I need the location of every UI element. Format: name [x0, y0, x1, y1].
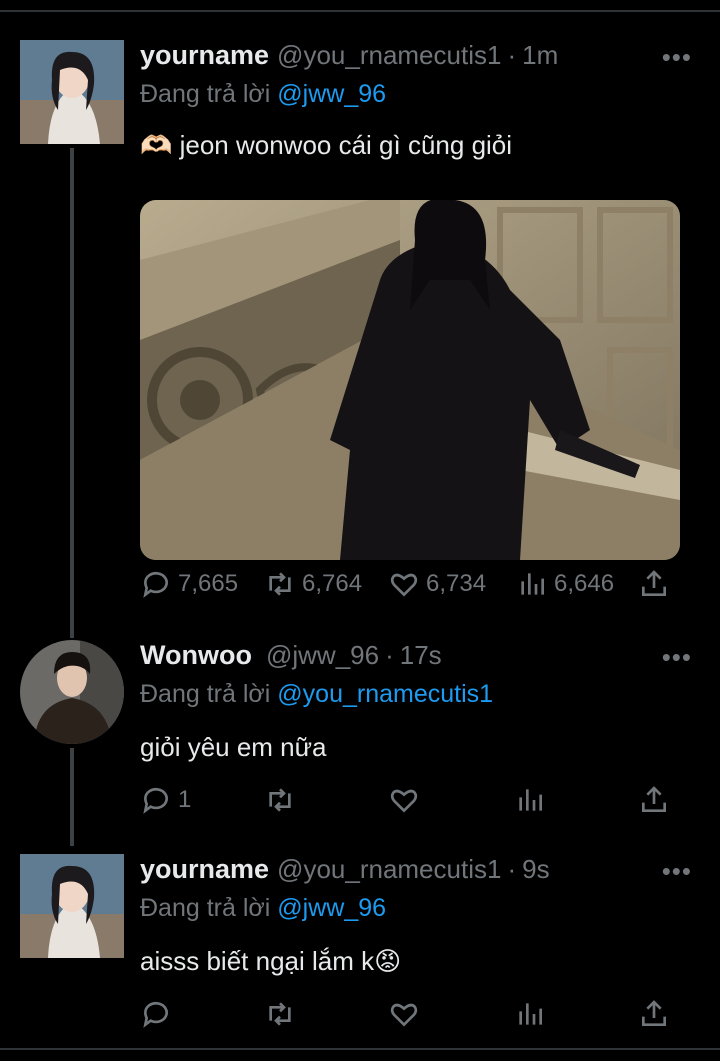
share-button[interactable]: [638, 998, 670, 1030]
views-icon: [519, 789, 542, 811]
tweet-actions: 1: [140, 784, 680, 824]
reply-icon: [143, 1001, 168, 1028]
mention-link[interactable]: @jww_96: [277, 894, 386, 922]
like-button[interactable]: [388, 784, 420, 816]
tweet-photo[interactable]: [140, 200, 680, 560]
reply-count: 1: [178, 786, 192, 813]
avatar[interactable]: [20, 854, 124, 958]
tweet-actions: 7,665 6,764 6,734 6,646: [140, 568, 680, 608]
user-handle[interactable]: @jww_96: [266, 640, 379, 671]
reply-context: Đang trả lời @jww_96: [140, 894, 386, 923]
share-icon: [642, 570, 666, 596]
tweet-header: yourname @you_rnamecutis1 · 9s: [140, 854, 550, 890]
display-name[interactable]: yourname: [140, 854, 269, 885]
views-icon: [519, 1003, 542, 1025]
thread-line: [70, 748, 74, 846]
separator: ·: [507, 40, 517, 70]
views-count: 6,646: [554, 570, 615, 597]
more-icon[interactable]: •••: [662, 42, 692, 73]
tweet-header: yourname @you_rnamecutis1 · 1m: [140, 40, 558, 76]
display-name[interactable]: Wonwoo: [140, 640, 252, 671]
separator: ·: [385, 640, 394, 670]
tweet-text: giỏi yêu em nữa: [140, 732, 327, 762]
reply-count: 7,665: [178, 570, 239, 597]
reply-context: Đang trả lời @jww_96: [140, 80, 386, 109]
like-button[interactable]: [388, 998, 420, 1030]
top-divider: [0, 10, 720, 12]
share-icon: [642, 1000, 666, 1026]
user-handle[interactable]: @you_rnamecutis1: [277, 40, 501, 71]
like-button[interactable]: 6,734: [388, 568, 486, 600]
like-icon: [390, 1003, 418, 1027]
tweet-header: Wonwoo @jww_96 · 17s: [140, 640, 442, 676]
bottom-divider: [0, 1048, 720, 1050]
tweet-text: aisss biết ngại lắm k😡: [140, 946, 402, 976]
reply-icon: [143, 787, 168, 814]
timestamp[interactable]: 1m: [522, 40, 558, 71]
share-icon: [642, 786, 666, 812]
more-icon[interactable]: •••: [662, 856, 692, 887]
views-icon: [521, 573, 544, 595]
views-button[interactable]: 6,646: [516, 568, 614, 600]
retweet-icon: [269, 572, 291, 596]
retweet-button[interactable]: [264, 998, 296, 1030]
like-icon: [390, 789, 418, 813]
separator: ·: [507, 854, 517, 884]
views-button[interactable]: [514, 784, 546, 816]
retweet-button[interactable]: 6,764: [264, 568, 362, 600]
user-handle[interactable]: @you_rnamecutis1: [277, 854, 501, 885]
timestamp[interactable]: 17s: [400, 640, 442, 671]
reply-prefix: Đang trả lời: [140, 80, 271, 108]
reply-button[interactable]: 1: [140, 784, 191, 816]
reply-context: Đang trả lời @you_rnamecutis1: [140, 680, 493, 709]
tweet-text: 🫶🏻 jeon wonwoo cái gì cũng giỏi: [140, 130, 513, 160]
reply-prefix: Đang trả lời: [140, 894, 271, 922]
reply-icon: [143, 571, 168, 598]
retweet-icon: [269, 1002, 291, 1026]
share-button[interactable]: [638, 784, 670, 816]
reply-prefix: Đang trả lời: [140, 680, 271, 708]
mention-link[interactable]: @you_rnamecutis1: [277, 680, 493, 708]
views-button[interactable]: [514, 998, 546, 1030]
retweet-button[interactable]: [264, 784, 296, 816]
reply-button[interactable]: 7,665: [140, 568, 238, 600]
share-button[interactable]: [638, 568, 670, 600]
reply-button[interactable]: [140, 998, 172, 1030]
timestamp[interactable]: 9s: [522, 854, 549, 885]
retweet-count: 6,764: [302, 570, 363, 597]
like-count: 6,734: [426, 570, 487, 597]
thread-line: [70, 148, 74, 638]
more-icon[interactable]: •••: [662, 642, 692, 673]
avatar[interactable]: [20, 40, 124, 144]
avatar[interactable]: [20, 640, 124, 744]
mention-link[interactable]: @jww_96: [277, 80, 386, 108]
display-name[interactable]: yourname: [140, 40, 269, 71]
like-icon: [390, 573, 418, 597]
retweet-icon: [269, 788, 291, 812]
tweet-actions: [140, 998, 680, 1038]
